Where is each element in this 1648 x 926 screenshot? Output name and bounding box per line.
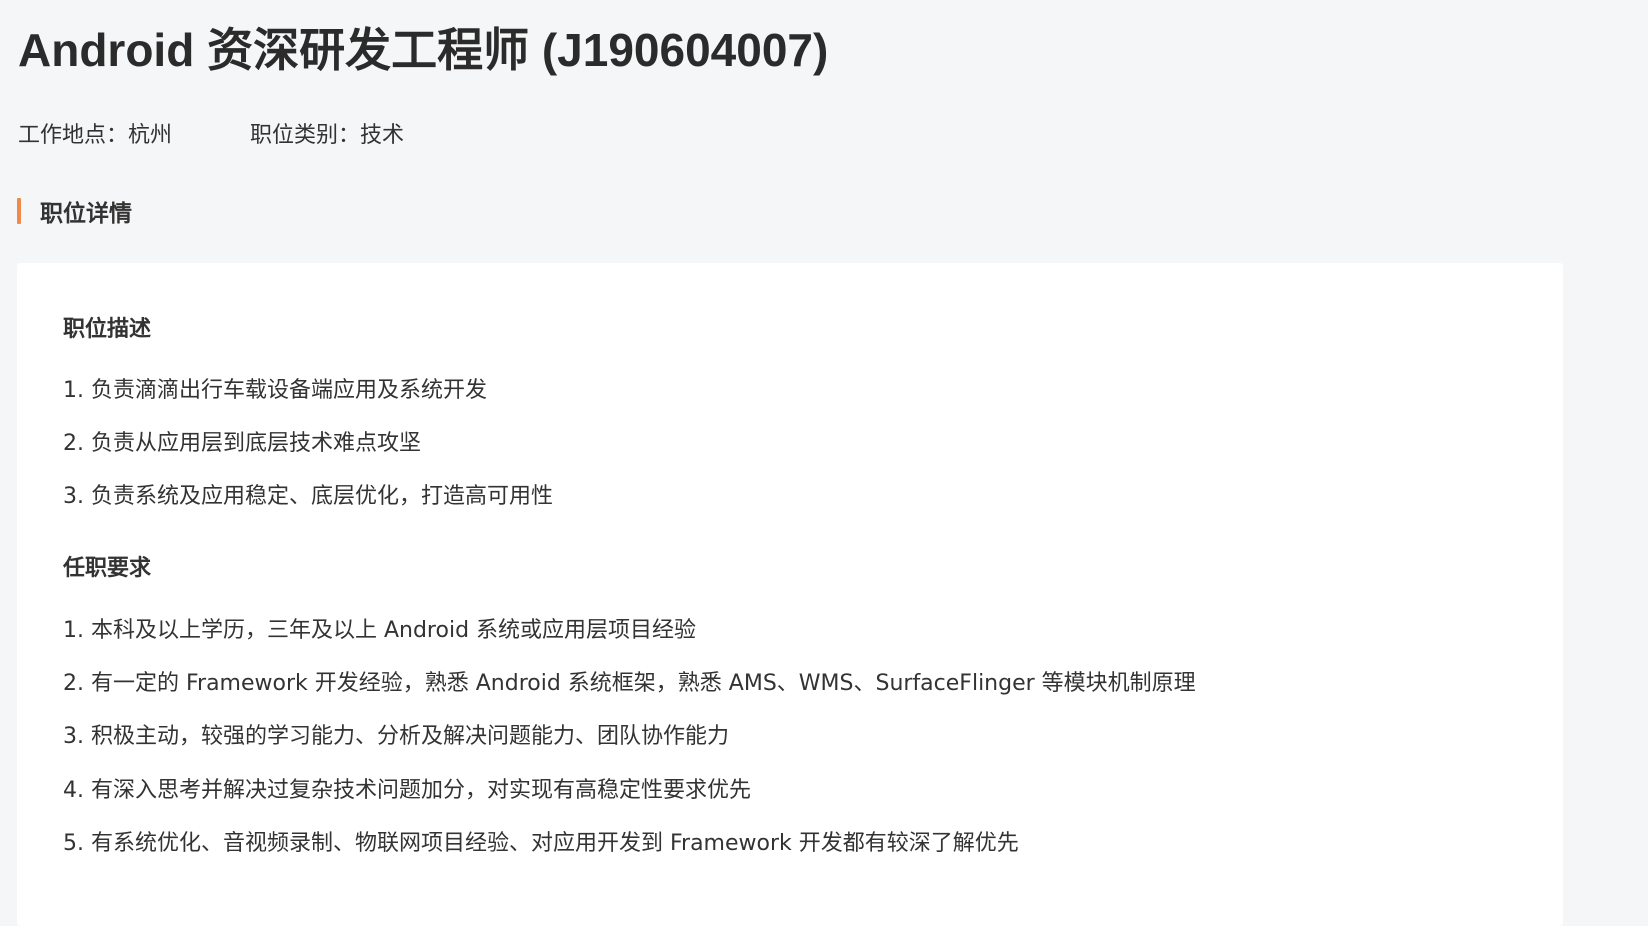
section-accent-bar xyxy=(17,198,21,224)
list-item: 2. 负责从应用层到底层技术难点攻坚 xyxy=(63,431,421,456)
list-item: 2. 有一定的 Framework 开发经验，熟悉 Android 系统框架，熟… xyxy=(63,671,1196,696)
job-description-heading: 职位描述 xyxy=(63,317,152,342)
job-requirements-heading: 任职要求 xyxy=(63,556,152,581)
section-title: 职位详情 xyxy=(40,201,132,227)
job-meta: 工作地点：杭州 职位类别：技术 xyxy=(18,118,404,148)
job-category: 职位类别：技术 xyxy=(250,123,405,148)
list-item: 3. 负责系统及应用稳定、底层优化，打造高可用性 xyxy=(63,484,553,509)
job-location: 工作地点：杭州 xyxy=(18,123,173,148)
list-item: 3. 积极主动，较强的学习能力、分析及解决问题能力、团队协作能力 xyxy=(63,724,729,749)
section-header-job-details: 职位详情 xyxy=(17,196,132,227)
list-item: 1. 本科及以上学历，三年及以上 Android 系统或应用层项目经验 xyxy=(63,618,697,643)
list-item: 4. 有深入思考并解决过复杂技术问题加分，对实现有高稳定性要求优先 xyxy=(63,778,751,803)
job-detail-card: 职位描述 1. 负责滴滴出行车载设备端应用及系统开发 2. 负责从应用层到底层技… xyxy=(17,263,1563,926)
list-item: 5. 有系统优化、音视频录制、物联网项目经验、对应用开发到 Framework … xyxy=(63,831,1019,856)
list-item: 1. 负责滴滴出行车载设备端应用及系统开发 xyxy=(63,378,487,403)
page-title: Android 资深研发工程师 (J190604007) xyxy=(18,24,829,76)
